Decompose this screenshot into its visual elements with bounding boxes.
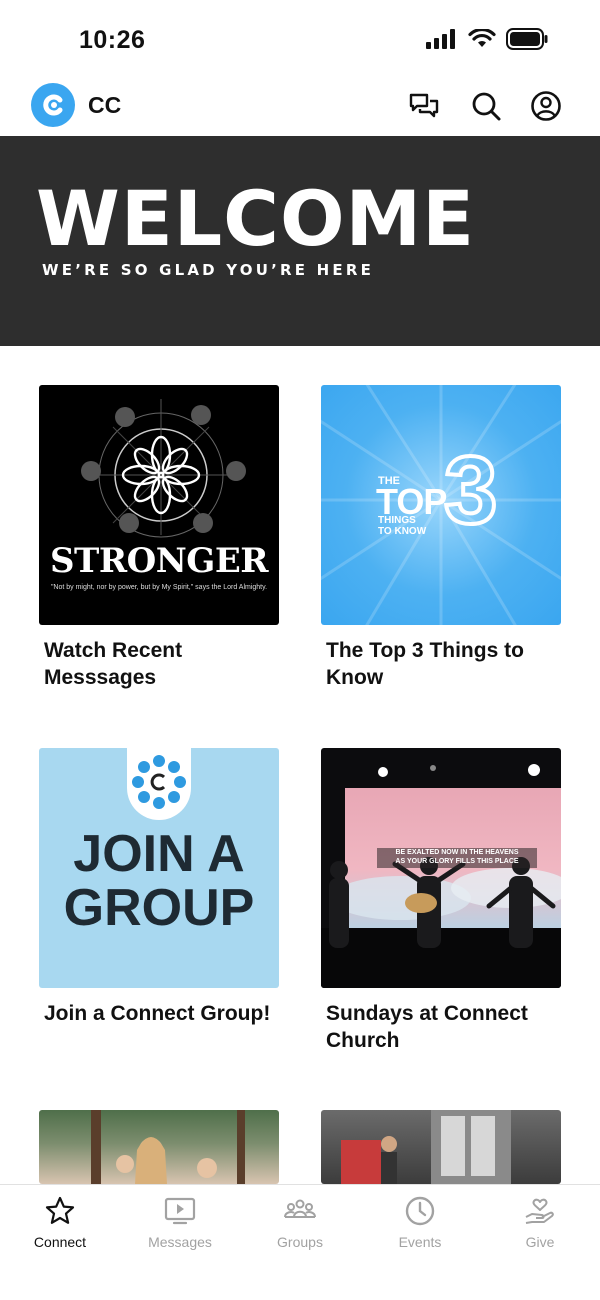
profile-icon[interactable] (530, 90, 562, 122)
clock-icon (405, 1196, 435, 1226)
summer-photo-card[interactable] (39, 1110, 279, 1184)
top3-digit: 3 (442, 437, 499, 544)
card-title: Sundays at Connect Church (326, 1002, 528, 1052)
tab-label: Connect (33, 1234, 87, 1250)
app-name: CC (88, 92, 122, 118)
tab-label: Events (398, 1234, 442, 1250)
lobby-photo-artwork (341, 1110, 511, 1184)
worship-photo: BE EXALTED NOW IN THE HEAVENS AS YOUR GL… (321, 748, 561, 988)
tab-label: Groups (277, 1234, 323, 1250)
top3-things: THINGS (378, 515, 416, 526)
chat-icon[interactable] (408, 90, 440, 122)
search-icon[interactable] (470, 90, 502, 122)
tv-play-icon (164, 1197, 196, 1225)
tab-label: Give (525, 1234, 555, 1250)
church-logo[interactable] (31, 83, 75, 127)
bottom-tab-bar: Connect Messages Groups Events Give (0, 1184, 600, 1300)
app-header: CC (0, 78, 600, 136)
stronger-headline: STRONGER (49, 541, 269, 581)
heart-hand-icon (525, 1198, 554, 1224)
top3-image: THE TOP 3 THINGS TO KNOW (321, 385, 561, 625)
status-time: 10:26 (79, 26, 146, 54)
top3-to-know: TO KNOW (378, 526, 427, 537)
card-title: Watch Recent Messsages (44, 639, 183, 689)
wifi-icon (468, 29, 496, 47)
signal-icon (426, 29, 455, 49)
welcome-title: WELCOME (36, 174, 476, 263)
card-title: Join a Connect Group! (44, 1002, 271, 1025)
lobby-photo-card[interactable] (321, 1110, 561, 1184)
welcome-banner[interactable]: WELCOME WE’RE SO GLAD YOU’RE HERE (0, 136, 600, 346)
tab-label: Messages (148, 1234, 212, 1250)
tab-events[interactable]: Events (360, 1185, 480, 1275)
tab-connect[interactable]: Connect (0, 1185, 120, 1275)
stronger-caption: "Not by might, nor by power, but by My S… (50, 584, 268, 591)
tab-groups[interactable]: Groups (240, 1185, 360, 1275)
tab-messages[interactable]: Messages (120, 1185, 240, 1275)
stronger-series-image: STRONGER "Not by might, nor by power, bu… (39, 385, 279, 625)
star-icon (45, 1196, 75, 1224)
lyric-line-2: AS YOUR GLORY FILLS THIS PLACE (395, 858, 519, 865)
join-group-line1: JOIN A (73, 825, 245, 883)
lyric-line-1: BE EXALTED NOW IN THE HEAVENS (395, 849, 519, 856)
join-group-image: JOIN A GROUP (39, 748, 279, 988)
battery-icon (506, 28, 548, 50)
card-title: The Top 3 Things to Know (326, 639, 524, 689)
welcome-subtitle: WE’RE SO GLAD YOU’RE HERE (42, 261, 375, 279)
status-icons (426, 28, 548, 50)
worship-stage-artwork (321, 764, 561, 988)
logo-mark-icon (43, 94, 63, 116)
join-group-line2: GROUP (63, 879, 255, 937)
tab-give[interactable]: Give (480, 1185, 600, 1275)
people-icon (284, 1199, 316, 1218)
status-bar: 10:26 (0, 0, 600, 78)
summer-photo-artwork (91, 1110, 245, 1184)
